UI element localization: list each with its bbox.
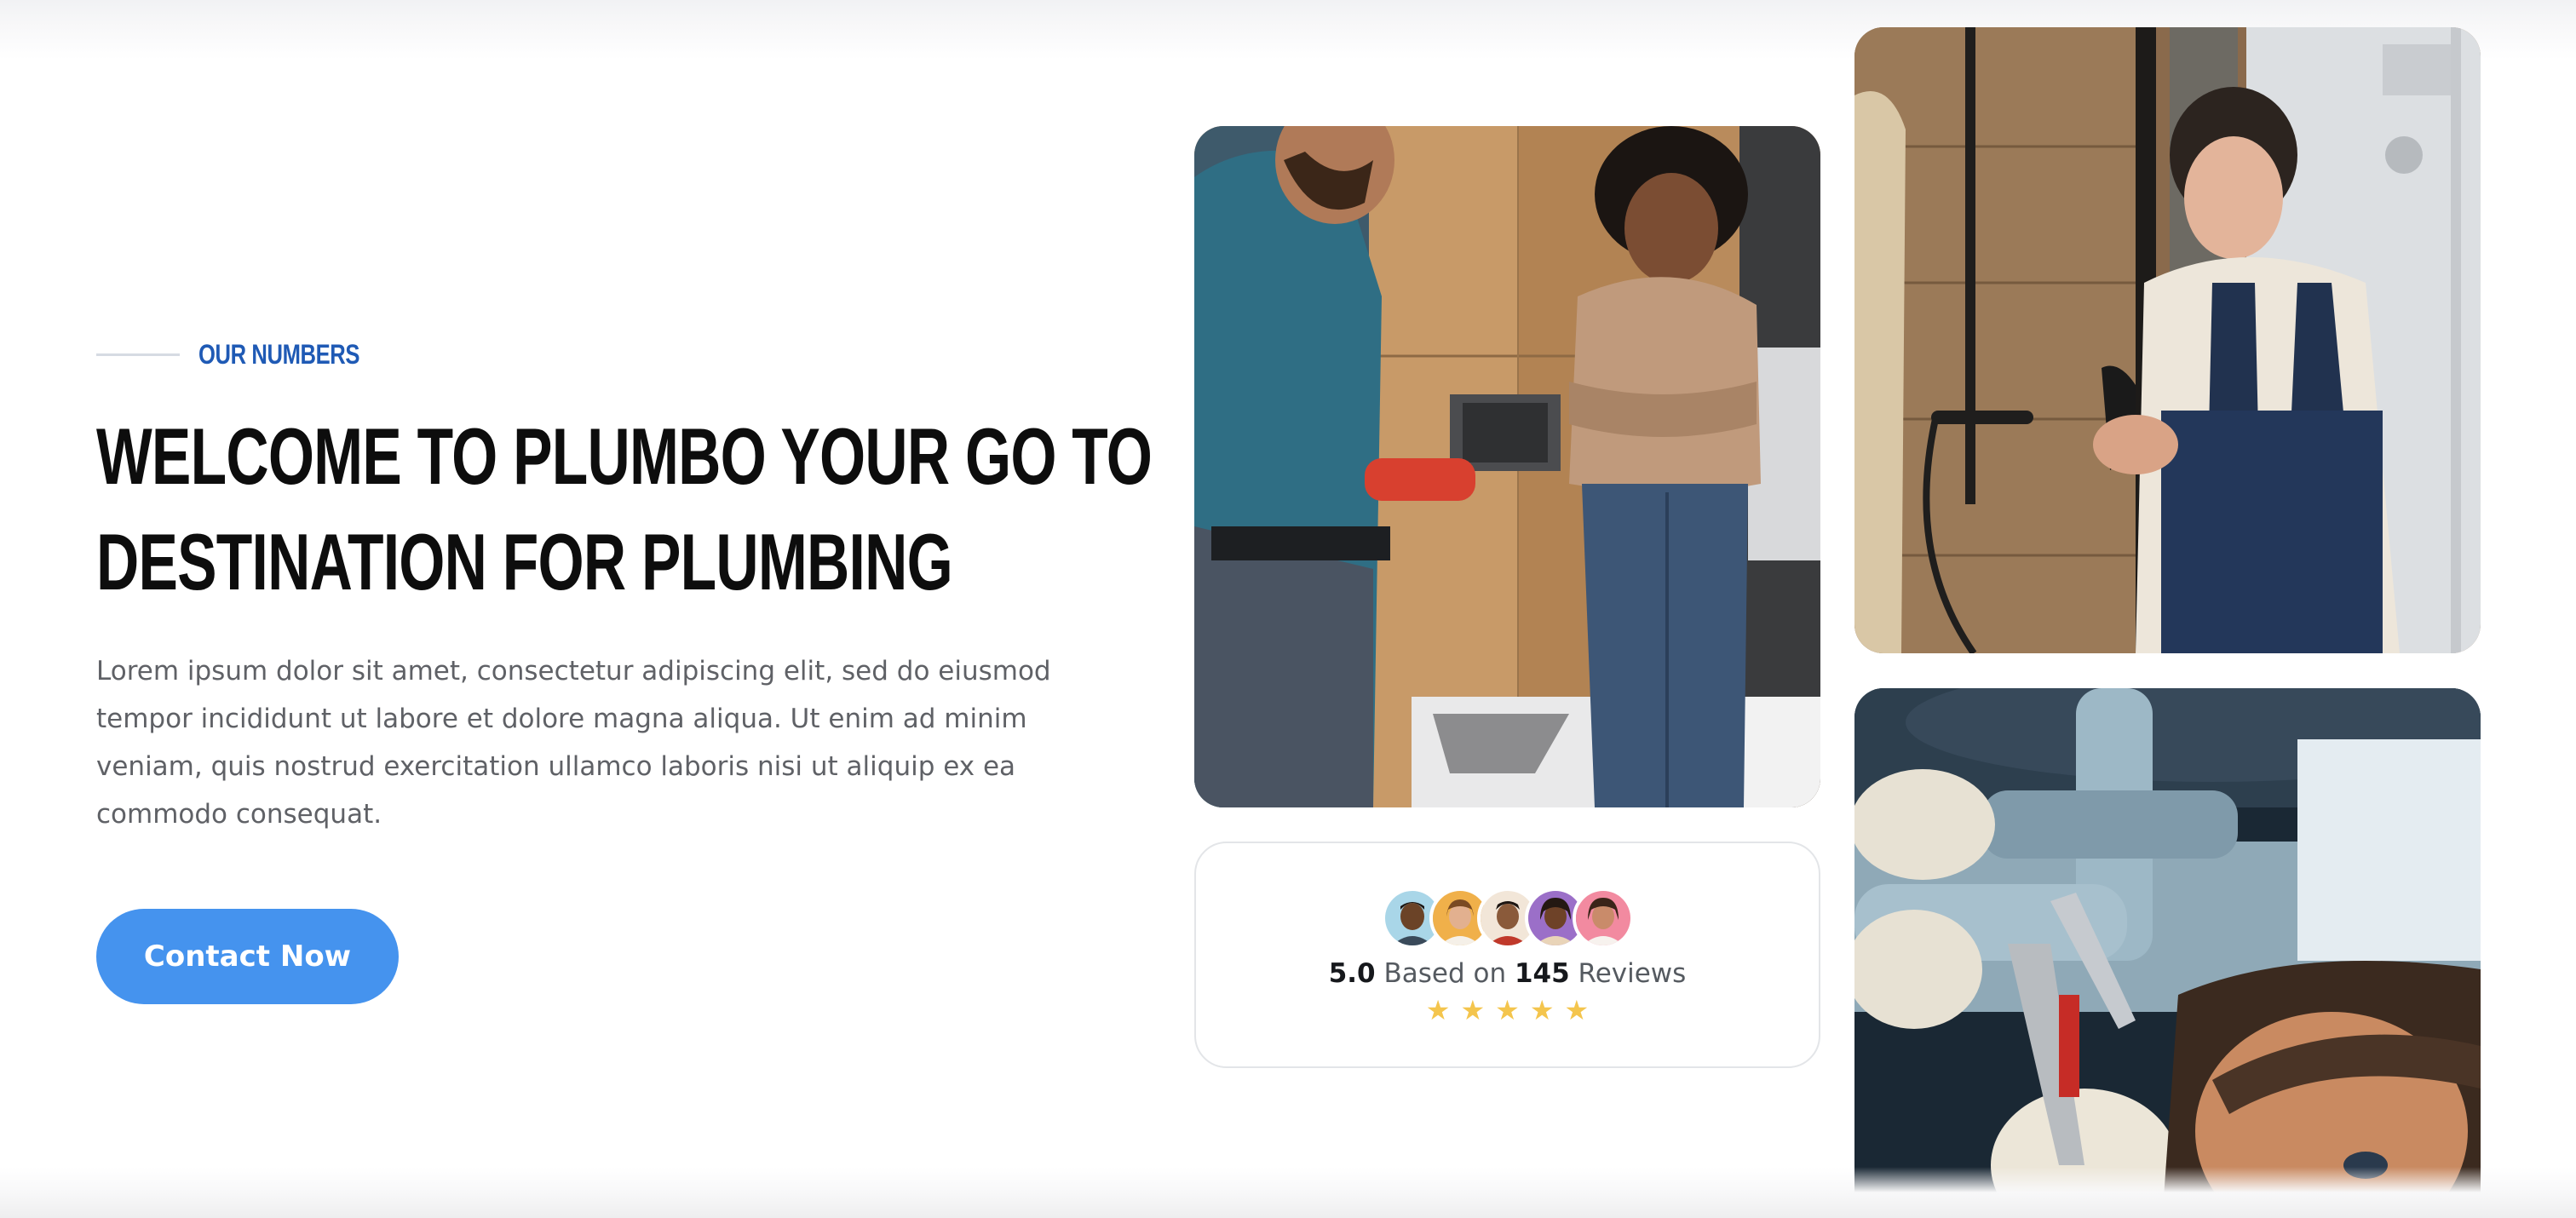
reviews-label: Reviews [1578,958,1687,989]
rating-summary: 5.0 Based on 145 Reviews [1196,958,1819,989]
star-icon: ★ [1495,995,1520,1026]
plumber-under-sink-photo [1854,688,2481,1218]
reviewer-avatar [1572,888,1634,949]
section-eyebrow: OUR NUMBERS [96,339,400,371]
star-icon: ★ [1425,995,1451,1026]
plumber-and-customer-photo [1194,126,1820,807]
plumber-fixing-shower-photo [1854,27,2481,653]
rating-score: 5.0 [1328,958,1376,989]
reviewer-avatars [1196,888,1819,949]
reviews-card: 5.0 Based on 145 Reviews ★ ★ ★ ★ ★ [1194,842,1820,1068]
eyebrow-label: OUR NUMBERS [198,339,360,370]
heading-line-1: WELCOME TO PLUMBO YOUR GO TO [96,411,1153,501]
star-icon: ★ [1564,995,1590,1026]
contact-now-button[interactable]: Contact Now [96,909,399,1004]
eyebrow-divider [96,353,180,356]
footer-shadow [0,1167,2576,1218]
heading-line-2: DESTINATION FOR PLUMBING [96,517,953,606]
star-icon: ★ [1529,995,1555,1026]
review-count: 145 [1514,958,1570,989]
star-rating: ★ ★ ★ ★ ★ [1196,993,1819,1027]
page: OUR NUMBERS WELCOME TO PLUMBO YOUR GO TO… [0,0,2576,1218]
rating-based-on: Based on [1383,958,1507,989]
section-heading: WELCOME TO PLUMBO YOUR GO TO DESTINATION… [96,404,1153,615]
intro-paragraph: Lorem ipsum dolor sit amet, consectetur … [96,656,1051,830]
star-icon: ★ [1460,995,1486,1026]
